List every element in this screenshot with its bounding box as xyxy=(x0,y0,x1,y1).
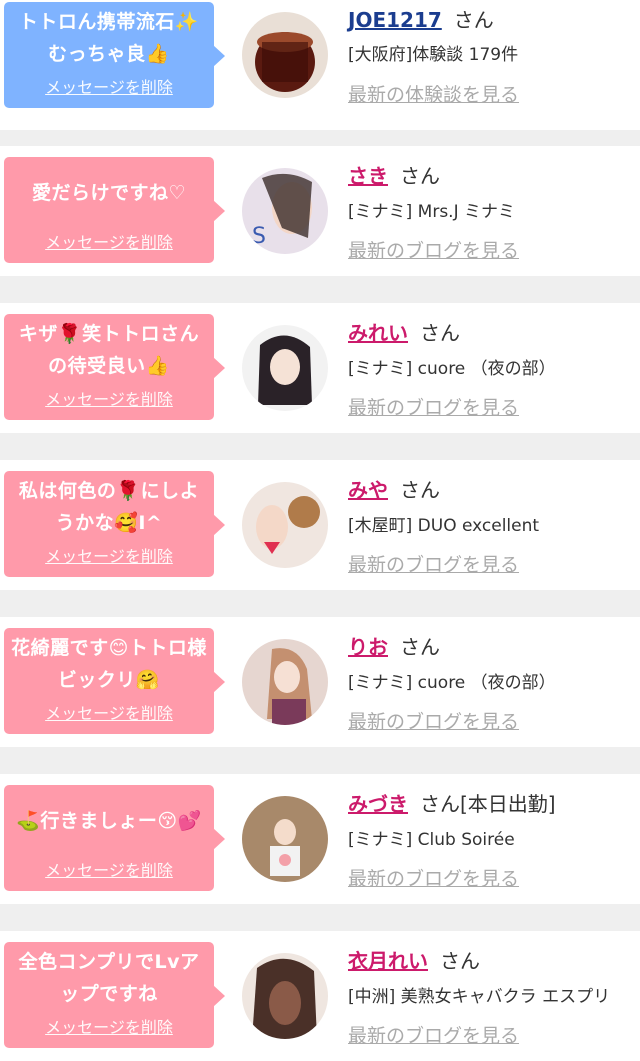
message-bubble: キザ🌹笑トトロさんの待受良い👍 メッセージを削除 xyxy=(4,314,225,420)
name-row: りお さん xyxy=(348,631,440,660)
delete-message-link[interactable]: メッセージを削除 xyxy=(4,857,214,881)
message-text: ⛳行きましょー😚💕 xyxy=(16,810,202,832)
avatar[interactable] xyxy=(242,639,328,725)
name-row: 衣月れい さん xyxy=(348,945,480,974)
message-card: キザ🌹笑トトロさんの待受良い👍 メッセージを削除 みれい さん [ミナミ] cuo… xyxy=(0,303,640,433)
message-text: トトロん携帯流石✨むっちゃ良👍 xyxy=(18,11,200,65)
message-card: トトロん携帯流石✨むっちゃ良👍 メッセージを削除 JOE1217 さん [大阪府]… xyxy=(0,0,640,130)
message-card: 私は何色の🌹にしようかな🥰I^ メッセージを削除 みや さん [木屋町] DUO … xyxy=(0,460,640,590)
honorific: さん xyxy=(400,164,440,188)
honorific: さん xyxy=(400,478,440,502)
message-text: 愛だらけですね♡ xyxy=(31,182,187,204)
message-bubble: ⛳行きましょー😚💕 メッセージを削除 xyxy=(4,785,225,891)
user-name-link[interactable]: JOE1217 xyxy=(348,8,442,32)
name-row: さき さん xyxy=(348,160,440,189)
message-text: キザ🌹笑トトロさんの待受良い👍 xyxy=(18,323,200,377)
user-name-link[interactable]: みや xyxy=(348,478,388,502)
honorific: さん xyxy=(440,949,480,973)
message-card: 愛だらけですね♡ メッセージを削除 S さき さん [ミナミ] Mrs.J ミナミ… xyxy=(0,146,640,276)
user-info: [大阪府]体験談 179件 xyxy=(348,45,519,65)
honorific: さん xyxy=(453,8,494,32)
latest-link[interactable]: 最新のブログを見る xyxy=(348,1021,519,1048)
latest-link[interactable]: 最新のブログを見る xyxy=(348,393,519,420)
message-text: 全色コンプリでLvアップですね xyxy=(18,951,200,1005)
message-bubble: 私は何色の🌹にしようかな🥰I^ メッセージを削除 xyxy=(4,471,225,577)
message-bubble: トトロん携帯流石✨むっちゃ良👍 メッセージを削除 xyxy=(4,2,225,108)
avatar[interactable] xyxy=(242,12,328,98)
delete-message-link[interactable]: メッセージを削除 xyxy=(4,386,214,410)
latest-link[interactable]: 最新のブログを見る xyxy=(348,707,519,734)
message-text: 花綺麗です😊トトロ様ビックリ🤗 xyxy=(11,637,207,691)
honorific: さん[本日出勤] xyxy=(420,792,556,816)
user-name-link[interactable]: みづき xyxy=(348,792,408,816)
user-info: [ミナミ] Club Soirée xyxy=(348,830,515,850)
message-text: 私は何色の🌹にしようかな🥰I^ xyxy=(18,480,200,534)
user-info: [ミナミ] Mrs.J ミナミ xyxy=(348,202,516,222)
name-row: みや さん xyxy=(348,474,440,503)
user-name-link[interactable]: さき xyxy=(348,164,388,188)
message-bubble: 愛だらけですね♡ メッセージを削除 xyxy=(4,157,225,263)
name-row: JOE1217 さん xyxy=(348,4,494,33)
latest-link[interactable]: 最新のブログを見る xyxy=(348,864,519,891)
user-info: [ミナミ] cuore （夜の部） xyxy=(348,359,556,379)
user-info: [中洲] 美熟女キャバクラ エスプリ xyxy=(348,987,611,1007)
message-bubble: 全色コンプリでLvアップですね メッセージを削除 xyxy=(4,942,225,1048)
message-card: 全色コンプリでLvアップですね メッセージを削除 衣月れい さん [中洲] 美熟女… xyxy=(0,931,640,1061)
delete-message-link[interactable]: メッセージを削除 xyxy=(4,700,214,724)
name-row: みれい さん xyxy=(348,317,460,346)
user-info: [木屋町] DUO excellent xyxy=(348,516,540,536)
honorific: さん xyxy=(420,321,460,345)
avatar[interactable] xyxy=(242,796,328,882)
message-card: ⛳行きましょー😚💕 メッセージを削除 みづき さん[本日出勤] [ミナミ] Clu… xyxy=(0,774,640,904)
avatar[interactable] xyxy=(242,325,328,411)
latest-link[interactable]: 最新のブログを見る xyxy=(348,550,519,577)
avatar[interactable] xyxy=(242,482,328,568)
user-name-link[interactable]: りお xyxy=(348,635,388,659)
user-name-link[interactable]: 衣月れい xyxy=(348,949,428,973)
honorific: さん xyxy=(400,635,440,659)
user-info: [ミナミ] cuore （夜の部） xyxy=(348,673,556,693)
avatar[interactable]: S xyxy=(242,168,328,254)
delete-message-link[interactable]: メッセージを削除 xyxy=(4,74,214,98)
delete-message-link[interactable]: メッセージを削除 xyxy=(4,543,214,567)
delete-message-link[interactable]: メッセージを削除 xyxy=(4,1014,214,1038)
svg-text:S: S xyxy=(252,224,266,249)
avatar[interactable] xyxy=(242,953,328,1039)
user-name-link[interactable]: みれい xyxy=(348,321,408,345)
name-row: みづき さん[本日出勤] xyxy=(348,788,556,817)
delete-message-link[interactable]: メッセージを削除 xyxy=(4,229,214,253)
message-bubble: 花綺麗です😊トトロ様ビックリ🤗 メッセージを削除 xyxy=(4,628,225,734)
message-card: 花綺麗です😊トトロ様ビックリ🤗 メッセージを削除 りお さん [ミナミ] cuor… xyxy=(0,617,640,747)
latest-link[interactable]: 最新の体験談を見る xyxy=(348,80,519,107)
latest-link[interactable]: 最新のブログを見る xyxy=(348,236,519,263)
